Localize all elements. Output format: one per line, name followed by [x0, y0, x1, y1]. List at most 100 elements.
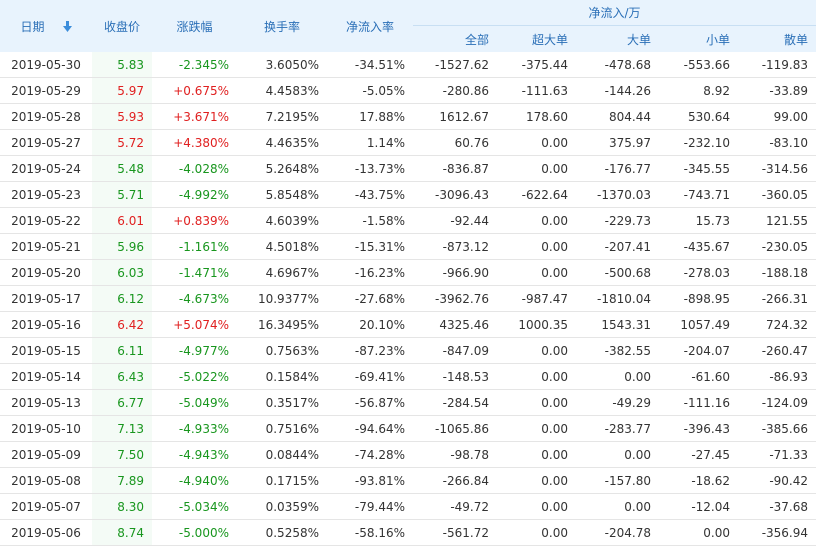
table-row[interactable]: 2019-05-10 7.13 -4.933% 0.7516% -94.64% -1065… [0, 415, 816, 442]
cell-retail: -266.31 [738, 285, 816, 312]
table-row[interactable]: 2019-05-23 5.71 -4.992% 5.8548% -43.75% -3096… [0, 181, 816, 208]
cell-all: -92.44 [413, 207, 497, 234]
col-header-date[interactable]: 日期 [0, 0, 92, 52]
col-header-small[interactable]: 小单 [659, 25, 738, 52]
col-header-net-rate[interactable]: 净流入率 [327, 0, 413, 52]
table-row[interactable]: 2019-05-24 5.48 -4.028% 5.2648% -13.73% -836.… [0, 155, 816, 182]
cell-net-rate: -79.44% [327, 493, 413, 520]
table-row[interactable]: 2019-05-27 5.72 +4.380% 4.4635% 1.14% 60.76 0.… [0, 129, 816, 156]
cell-date: 2019-05-23 [0, 181, 92, 208]
cell-close: 5.97 [92, 77, 152, 104]
cell-turnover: 0.0359% [237, 493, 327, 520]
table-row[interactable]: 2019-05-08 7.89 -4.940% 0.1715% -93.81% -266.… [0, 467, 816, 494]
cell-large: -204.78 [576, 519, 659, 546]
cell-large: -207.41 [576, 233, 659, 260]
cell-large: -157.80 [576, 467, 659, 494]
cell-date: 2019-05-27 [0, 129, 92, 156]
cell-date: 2019-05-08 [0, 467, 92, 494]
cell-turnover: 3.6050% [237, 52, 327, 78]
cell-xl: 0.00 [497, 493, 576, 520]
cell-change: -2.345% [152, 52, 237, 78]
table-row[interactable]: 2019-05-09 7.50 -4.943% 0.0844% -74.28% -98.7… [0, 441, 816, 468]
cell-xl: 0.00 [497, 363, 576, 390]
cell-small: -18.62 [659, 467, 738, 494]
cell-small: 530.64 [659, 103, 738, 130]
cell-turnover: 0.1715% [237, 467, 327, 494]
cell-date: 2019-05-06 [0, 519, 92, 546]
table-row[interactable]: 2019-05-30 5.83 -2.345% 3.6050% -34.51% -1527… [0, 52, 816, 78]
cell-turnover: 0.7516% [237, 415, 327, 442]
col-header-extra-large[interactable]: 超大单 [497, 25, 576, 52]
cell-date: 2019-05-21 [0, 233, 92, 260]
cell-turnover: 5.8548% [237, 181, 327, 208]
cell-retail: -230.05 [738, 233, 816, 260]
cell-close: 5.48 [92, 155, 152, 182]
cell-xl: 0.00 [497, 259, 576, 286]
table-row[interactable]: 2019-05-07 8.30 -5.034% 0.0359% -79.44% -49.7… [0, 493, 816, 520]
table-row[interactable]: 2019-05-17 6.12 -4.673% 10.9377% -27.68% -396… [0, 285, 816, 312]
arrow-down-icon[interactable] [62, 21, 72, 33]
cell-date: 2019-05-22 [0, 207, 92, 234]
cell-large: -382.55 [576, 337, 659, 364]
cell-small: -61.60 [659, 363, 738, 390]
cell-small: -553.66 [659, 52, 738, 78]
table-row[interactable]: 2019-05-21 5.96 -1.161% 4.5018% -15.31% -873.… [0, 233, 816, 260]
cell-retail: -188.18 [738, 259, 816, 286]
cell-net-rate: -56.87% [327, 389, 413, 416]
cell-net-rate: -1.58% [327, 207, 413, 234]
table-row[interactable]: 2019-05-22 6.01 +0.839% 4.6039% -1.58% -92.44… [0, 207, 816, 234]
table-row[interactable]: 2019-05-16 6.42 +5.074% 16.3495% 20.10% 4325.… [0, 311, 816, 338]
cell-small: -435.67 [659, 233, 738, 260]
table-row[interactable]: 2019-05-06 8.74 -5.000% 0.5258% -58.16% -561.… [0, 519, 816, 546]
cell-xl: -622.64 [497, 181, 576, 208]
col-header-close[interactable]: 收盘价 [92, 0, 152, 52]
col-header-retail[interactable]: 散单 [738, 25, 816, 52]
cell-large: -1370.03 [576, 181, 659, 208]
cell-small: -111.16 [659, 389, 738, 416]
cell-net-rate: -5.05% [327, 77, 413, 104]
col-header-all[interactable]: 全部 [413, 25, 497, 52]
cell-net-rate: -34.51% [327, 52, 413, 78]
cell-all: 1612.67 [413, 103, 497, 130]
cell-retail: -90.42 [738, 467, 816, 494]
table-row[interactable]: 2019-05-20 6.03 -1.471% 4.6967% -16.23% -966.… [0, 259, 816, 286]
cell-xl: 0.00 [497, 155, 576, 182]
table-row[interactable]: 2019-05-29 5.97 +0.675% 4.4583% -5.05% -280.8… [0, 77, 816, 104]
cell-all: -266.84 [413, 467, 497, 494]
table-row[interactable]: 2019-05-15 6.11 -4.977% 0.7563% -87.23% -847.… [0, 337, 816, 364]
cell-net-rate: 17.88% [327, 103, 413, 130]
col-header-turnover[interactable]: 换手率 [237, 0, 327, 52]
cell-all: -280.86 [413, 77, 497, 104]
cell-small: -12.04 [659, 493, 738, 520]
cell-xl: -987.47 [497, 285, 576, 312]
cell-xl: 178.60 [497, 103, 576, 130]
cell-turnover: 4.4635% [237, 129, 327, 156]
cell-small: 1057.49 [659, 311, 738, 338]
table-row[interactable]: 2019-05-14 6.43 -5.022% 0.1584% -69.41% -148.… [0, 363, 816, 390]
cell-date: 2019-05-28 [0, 103, 92, 130]
cell-small: -345.55 [659, 155, 738, 182]
cell-close: 6.03 [92, 259, 152, 286]
table-row[interactable]: 2019-05-28 5.93 +3.671% 7.2195% 17.88% 1612.6… [0, 103, 816, 130]
cell-small: -278.03 [659, 259, 738, 286]
cell-large: -49.29 [576, 389, 659, 416]
cell-xl: 0.00 [497, 519, 576, 546]
cell-close: 7.50 [92, 441, 152, 468]
col-header-large[interactable]: 大单 [576, 25, 659, 52]
cell-close: 6.12 [92, 285, 152, 312]
cell-turnover: 4.6967% [237, 259, 327, 286]
cell-small: 15.73 [659, 207, 738, 234]
cell-xl: 0.00 [497, 415, 576, 442]
cell-retail: -124.09 [738, 389, 816, 416]
cell-change: -5.049% [152, 389, 237, 416]
col-header-change[interactable]: 涨跌幅 [152, 0, 237, 52]
cell-all: -966.90 [413, 259, 497, 286]
cell-change: -4.992% [152, 181, 237, 208]
cell-net-rate: -74.28% [327, 441, 413, 468]
cell-turnover: 7.2195% [237, 103, 327, 130]
cell-date: 2019-05-14 [0, 363, 92, 390]
cell-large: -500.68 [576, 259, 659, 286]
cell-all: -1065.86 [413, 415, 497, 442]
cell-large: 1543.31 [576, 311, 659, 338]
table-row[interactable]: 2019-05-13 6.77 -5.049% 0.3517% -56.87% -284.… [0, 389, 816, 416]
